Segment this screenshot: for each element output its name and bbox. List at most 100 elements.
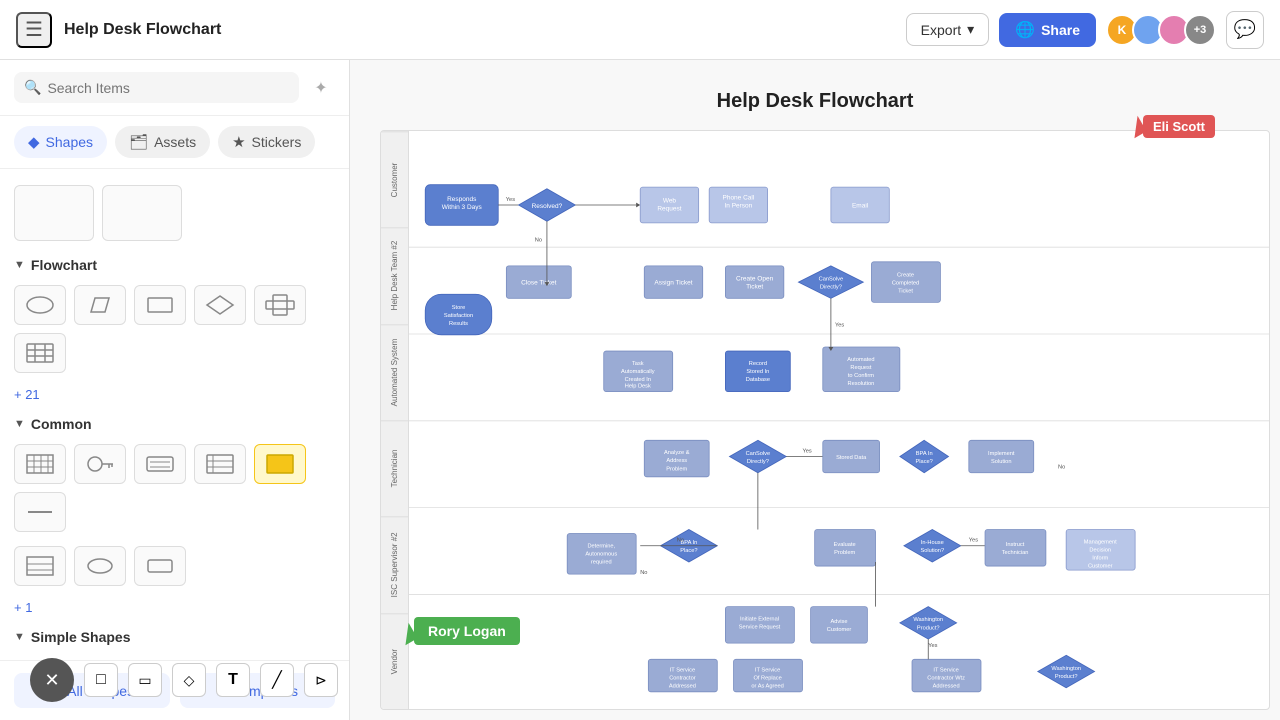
avatar-overflow-count: +3 [1184,14,1216,46]
svg-text:No: No [640,570,647,576]
shape-key[interactable] [74,444,126,484]
tool-text-tool[interactable]: T [216,663,250,697]
menu-button[interactable]: ☰ [16,12,52,48]
comment-button[interactable]: 💬 [1226,11,1264,49]
common-shapes-grid-2 [14,540,335,594]
svg-text:Autonomous: Autonomous [585,551,617,557]
flowchart-diagram: Responds Within 3 Days Yes Resolved? Web… [409,131,1269,709]
svg-text:Completed: Completed [892,281,919,287]
shape-list[interactable] [194,444,246,484]
svg-text:Washington: Washington [913,617,943,623]
svg-text:Contractor: Contractor [669,676,696,682]
shape-cross[interactable] [254,285,306,325]
shape-preview-1[interactable] [14,185,94,241]
canvas-area[interactable]: Help Desk Flowchart Customer Help Desk T… [350,60,1280,720]
svg-text:to Confirm: to Confirm [848,373,874,379]
svg-text:Record: Record [749,361,767,367]
shape-grid[interactable] [14,444,66,484]
shape-preview-2[interactable] [102,185,182,241]
svg-text:Address: Address [666,458,687,464]
shape-divider[interactable] [14,492,66,532]
shapes-tab-icon: ◆ [28,133,40,151]
flowchart-section-label: Flowchart [31,257,97,273]
svg-text:Create Open: Create Open [736,275,774,282]
svg-text:Responds: Responds [447,196,477,203]
svg-text:or As Agreed: or As Agreed [751,684,783,690]
row-automated: Automated System [381,324,408,420]
search-input[interactable] [47,80,289,96]
export-button[interactable]: Export ▾ [906,13,990,46]
search-bar: 🔍 ✦ [0,60,349,116]
flowchart-more-count[interactable]: + 21 [14,381,335,408]
magic-wand-button[interactable]: ✦ [307,74,335,102]
svg-text:Yes: Yes [969,538,978,544]
svg-text:Close Ticket: Close Ticket [521,280,557,287]
svg-text:Web: Web [663,198,677,205]
shape-oval[interactable] [74,546,126,586]
shape-diamond[interactable] [194,285,246,325]
svg-text:CanSolve: CanSolve [819,276,844,282]
svg-text:Inform: Inform [1092,556,1108,562]
search-input-wrap[interactable]: 🔍 [14,72,299,103]
section-flowchart[interactable]: ▼ Flowchart [14,249,335,279]
section-simple-shapes[interactable]: ▼ Simple Shapes [14,621,335,651]
tab-shapes[interactable]: ◆ Shapes [14,126,107,158]
svg-text:Email: Email [852,202,868,209]
section-common[interactable]: ▼ Common [14,408,335,438]
assets-tab-label: Assets [154,134,196,150]
common-section-arrow: ▼ [14,418,25,430]
svg-text:Place?: Place? [916,459,933,465]
tab-stickers[interactable]: ★ Stickers [218,126,315,158]
stickers-tab-icon: ★ [232,133,245,151]
tab-bar: ◆ Shapes 🗂 Assets ★ Stickers [0,116,349,169]
svg-text:Place?: Place? [680,548,697,554]
svg-text:Database: Database [746,377,770,383]
tab-assets[interactable]: 🗂 Assets [115,126,210,158]
shape-small-table[interactable] [14,546,66,586]
svg-text:Assign Ticket: Assign Ticket [654,280,692,287]
svg-text:Contractor Wtz: Contractor Wtz [927,676,965,682]
export-label: Export [921,22,961,38]
svg-text:BPA In: BPA In [916,451,933,457]
common-more-count[interactable]: + 1 [14,594,335,621]
svg-text:Yes: Yes [835,323,844,329]
svg-text:required: required [591,560,612,566]
svg-text:Request: Request [657,206,681,213]
shape-rectangle[interactable] [134,285,186,325]
svg-text:IT Service: IT Service [933,668,958,674]
document-title: Help Desk Flowchart [64,21,221,39]
simple-shapes-arrow: ▼ [14,631,25,643]
shape-terminal[interactable] [14,285,66,325]
title-area: Help Desk Flowchart [64,21,894,39]
close-fab-button[interactable]: ✕ [30,658,74,702]
svg-text:Yes: Yes [506,197,515,203]
tool-diamond[interactable]: ◇ [172,663,206,697]
cursor-eli-scott-label: Eli Scott [1143,115,1215,138]
shape-highlight-box[interactable] [254,444,306,484]
svg-text:Determine,: Determine, [587,543,615,549]
tool-select[interactable]: ⊳ [304,663,338,697]
svg-text:Product?: Product? [1055,674,1078,680]
chevron-down-icon: ▾ [967,21,974,38]
tool-rounded[interactable]: ▭ [128,663,162,697]
svg-text:Yes: Yes [802,448,811,454]
svg-text:Instruct: Instruct [1006,542,1025,548]
bottom-toolbar: ✕ □ ▭ ◇ T ╱ ⊳ [30,658,338,702]
shape-keyboard[interactable] [134,444,186,484]
share-button[interactable]: 🌐 Share [999,13,1096,47]
svg-text:Directly?: Directly? [820,285,842,291]
header-actions: Export ▾ 🌐 Share K +3 💬 [906,11,1264,49]
svg-text:Analyze &: Analyze & [664,450,690,456]
tool-line-tool[interactable]: ╱ [260,663,294,697]
shape-rect-small[interactable] [134,546,186,586]
svg-text:Problem: Problem [666,466,687,472]
svg-text:Stored In: Stored In [746,369,769,375]
svg-text:Washington: Washington [1051,666,1081,672]
svg-text:Of Replace: Of Replace [753,676,781,682]
svg-text:Created In: Created In [625,377,651,383]
assets-tab-icon: 🗂 [129,133,148,151]
svg-text:Help Desk: Help Desk [625,384,651,390]
tool-rect[interactable]: □ [84,663,118,697]
shape-table[interactable] [14,333,66,373]
shape-parallelogram[interactable] [74,285,126,325]
